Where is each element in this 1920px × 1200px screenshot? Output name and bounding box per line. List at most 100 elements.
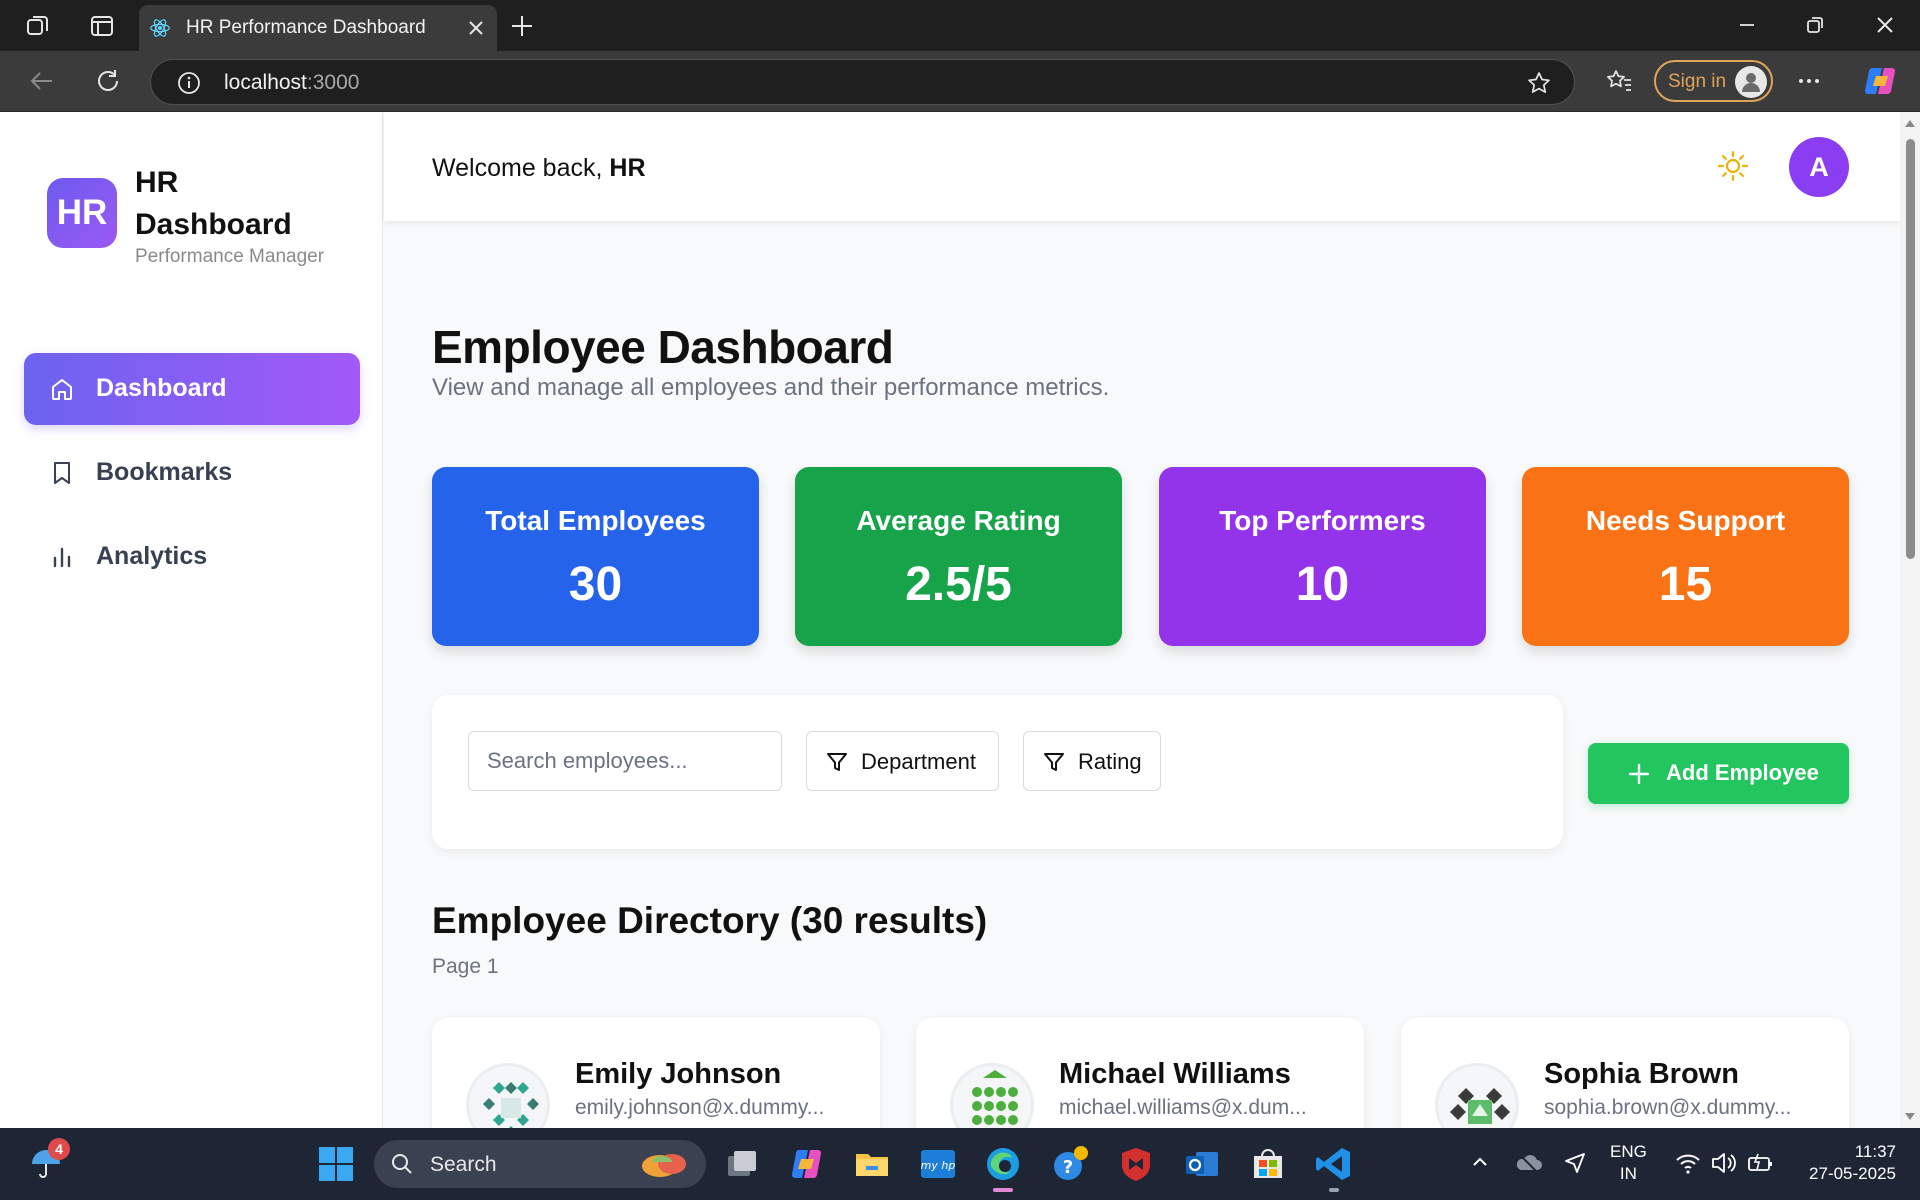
employee-card[interactable]: Emily Johnson emily.johnson@x.dummy... [432, 1018, 880, 1128]
stat-card-average-rating: Average Rating 2.5/5 [795, 467, 1122, 646]
close-window-icon[interactable] [1872, 12, 1898, 38]
scroll-up-icon[interactable] [1904, 118, 1916, 128]
sidebar-item-dashboard[interactable]: Dashboard [24, 353, 360, 425]
workspaces-icon[interactable] [24, 12, 52, 40]
help-icon[interactable]: ? [1050, 1144, 1090, 1184]
clock[interactable]: 11:37 27-05-2025 [1796, 1141, 1896, 1185]
app-subtitle: Performance Manager [135, 246, 325, 267]
browser-tab-active[interactable]: HR Performance Dashboard [139, 5, 497, 51]
sign-in-button[interactable]: Sign in [1654, 60, 1773, 102]
employee-name: Michael Williams [1059, 1058, 1291, 1090]
file-explorer-icon[interactable] [852, 1144, 892, 1184]
search-icon [392, 1154, 412, 1174]
browser-address-bar: localhost:3000 Sign in [0, 51, 1920, 112]
app-logo: HR [47, 178, 117, 248]
volume-icon[interactable] [1710, 1150, 1738, 1176]
stat-label: Needs Support [1585, 505, 1786, 536]
active-app-indicator [993, 1188, 1013, 1192]
start-button[interactable] [316, 1144, 356, 1184]
svg-text:?: ? [1063, 1157, 1073, 1178]
employee-email: emily.johnson@x.dummy... [575, 1096, 825, 1119]
search-label: Search [430, 1153, 497, 1176]
microsoft-store-icon[interactable] [1248, 1144, 1288, 1184]
weather-widget[interactable]: 4 [26, 1138, 70, 1184]
more-options-icon[interactable] [1793, 66, 1825, 96]
favorite-star-icon[interactable] [1526, 70, 1552, 96]
employee-email: sophia.brown@x.dummy... [1544, 1096, 1792, 1119]
directory-title: Employee Directory (30 results) [432, 900, 988, 941]
language-indicator[interactable]: ENG IN [1610, 1141, 1647, 1185]
filter-icon [1044, 753, 1064, 771]
stat-label: Total Employees [485, 505, 706, 536]
sidebar-item-label: Bookmarks [96, 458, 233, 486]
scroll-down-icon[interactable] [1904, 1112, 1916, 1122]
sidebar-item-bookmarks[interactable]: Bookmarks [24, 437, 360, 509]
home-icon [52, 379, 72, 400]
mcafee-icon[interactable] [1116, 1144, 1156, 1184]
copilot-app-icon[interactable] [786, 1144, 826, 1184]
bar-chart-icon [53, 547, 71, 568]
filter-label: Rating [1078, 749, 1142, 774]
add-employee-label: Add Employee [1666, 760, 1819, 785]
url-text: localhost:3000 [224, 71, 360, 94]
onedrive-icon[interactable] [1513, 1148, 1543, 1178]
app-title: HR Dashboard [135, 166, 292, 241]
plus-icon [1628, 763, 1650, 785]
filter-icon [827, 753, 847, 771]
restore-icon[interactable] [1802, 12, 1828, 38]
notification-badge: 4 [48, 1138, 70, 1160]
back-icon[interactable] [26, 65, 58, 97]
copilot-icon[interactable] [1862, 64, 1898, 98]
sidebar-item-label: Dashboard [96, 374, 227, 402]
scroll-thumb[interactable] [1906, 139, 1915, 559]
employee-name: Emily Johnson [575, 1058, 782, 1090]
stat-card-top-performers: Top Performers 10 [1159, 467, 1486, 646]
close-tab-icon[interactable] [465, 17, 487, 39]
sidebar: HR HR Dashboard Performance Manager Dash… [0, 112, 383, 1128]
location-icon[interactable] [1562, 1150, 1588, 1176]
welcome-message: Welcome back, HR [432, 154, 646, 182]
page-subtitle: View and manage all employees and their … [432, 374, 1110, 401]
top-header: Welcome back, HR A [384, 112, 1900, 221]
chevron-up-icon[interactable] [1468, 1150, 1492, 1174]
employee-avatar [1435, 1063, 1519, 1128]
windows-taskbar: 4 Search my hp ? ENG IN 11:37 27-05-2025 [0, 1128, 1920, 1200]
site-info-icon[interactable] [177, 71, 201, 95]
sidebar-item-analytics[interactable]: Analytics [24, 521, 360, 593]
sidebar-item-label: Analytics [96, 542, 208, 570]
page-scrollbar[interactable] [1900, 112, 1920, 1128]
stat-label: Top Performers [1219, 505, 1426, 536]
page-indicator: Page 1 [432, 955, 499, 978]
employee-avatar [950, 1063, 1034, 1128]
add-employee-button[interactable]: Add Employee [1588, 743, 1849, 804]
employee-card[interactable]: Michael Williams michael.williams@x.dum.… [916, 1018, 1364, 1128]
vscode-icon[interactable] [1314, 1144, 1354, 1192]
outlook-icon[interactable] [1182, 1144, 1222, 1184]
running-app-indicator [1329, 1188, 1339, 1192]
url-field[interactable]: localhost:3000 [150, 59, 1575, 105]
reload-icon[interactable] [92, 65, 124, 97]
favorites-icon[interactable] [1604, 66, 1634, 96]
new-tab-icon[interactable] [508, 12, 536, 40]
stat-label: Average Rating [856, 505, 1061, 536]
department-filter-button[interactable]: Department [806, 731, 999, 791]
myhp-icon[interactable]: my hp [918, 1144, 958, 1184]
bookmark-icon [54, 462, 70, 484]
wifi-icon[interactable] [1674, 1150, 1702, 1176]
battery-icon[interactable] [1746, 1150, 1774, 1176]
filter-label: Department [861, 749, 976, 774]
tab-actions-icon[interactable] [88, 12, 116, 40]
task-view-icon[interactable] [722, 1144, 762, 1184]
sun-icon[interactable] [1717, 150, 1749, 182]
employee-card[interactable]: Sophia Brown sophia.brown@x.dummy... [1401, 1018, 1849, 1128]
search-input[interactable] [468, 731, 782, 791]
taskbar-search[interactable]: Search [374, 1140, 706, 1188]
react-favicon-icon [150, 19, 170, 37]
svg-text:my hp: my hp [921, 1159, 956, 1172]
minimize-icon[interactable] [1734, 12, 1760, 38]
user-avatar[interactable]: A [1789, 137, 1849, 197]
stat-value: 2.5/5 [905, 558, 1012, 611]
stat-value: 30 [568, 558, 623, 611]
rating-filter-button[interactable]: Rating [1023, 731, 1161, 791]
edge-browser-icon[interactable] [983, 1144, 1023, 1192]
